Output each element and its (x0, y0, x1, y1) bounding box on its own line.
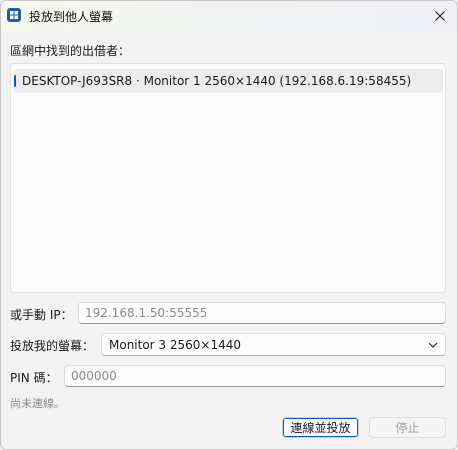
receiver-list[interactable]: DESKTOP-J693SR8 · Monitor 1 2560×1440 (1… (10, 63, 446, 293)
selection-indicator (14, 75, 16, 87)
my-screen-dropdown[interactable]: Monitor 3 2560×1440 (101, 333, 446, 356)
my-screen-label: 投放我的螢幕： (10, 339, 95, 353)
list-item[interactable]: DESKTOP-J693SR8 · Monitor 1 2560×1440 (1… (14, 69, 443, 93)
manual-ip-input[interactable] (78, 302, 446, 324)
receiver-item-label: DESKTOP-J693SR8 · Monitor 1 2560×1440 (1… (22, 74, 412, 88)
manual-ip-label: 或手動 IP： (10, 308, 73, 322)
window-title: 投放到他人螢幕 (29, 10, 114, 24)
receivers-label: 區網中找到的出借者： (10, 44, 131, 58)
title-bar: 投放到他人螢幕 (1, 1, 457, 31)
chevron-down-icon (428, 342, 438, 348)
pin-label: PIN 碼： (10, 371, 58, 385)
my-screen-selected: Monitor 3 2560×1440 (109, 338, 242, 352)
pin-input[interactable] (64, 365, 446, 387)
close-button[interactable] (423, 1, 457, 31)
cast-grid-icon (7, 8, 21, 22)
close-icon (435, 11, 445, 21)
cast-dialog-window: 投放到他人螢幕 區網中找到的出借者： DESKTOP-J693SR8 · Mon… (0, 0, 458, 450)
stop-button[interactable]: 停止 (369, 417, 446, 438)
status-text: 尚未連線。 (10, 397, 65, 410)
connect-cast-button[interactable]: 連線並投放 (282, 417, 359, 438)
